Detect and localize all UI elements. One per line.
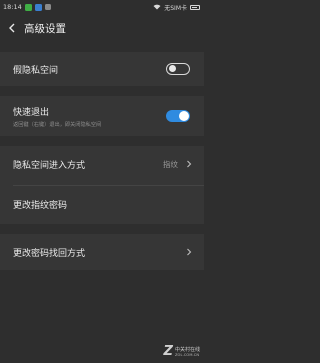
status-bar-right: 无SIM卡 <box>153 3 200 12</box>
status-time: 18:14 <box>3 3 22 11</box>
row-text: 更改指纹密码 <box>13 198 192 211</box>
notification-download-icon <box>44 4 51 10</box>
zol-logo-icon: Z <box>163 344 173 359</box>
page-title: 高级设置 <box>24 22 66 35</box>
entry-method-row[interactable]: 隐私空间进入方式 指纹 <box>0 146 204 182</box>
notification-message-icon <box>34 3 42 11</box>
change-recovery-method-label: 更改密码找回方式 <box>13 248 86 259</box>
row-text: 隐私空间进入方式 <box>13 158 163 171</box>
sim-status: 无SIM卡 <box>164 4 187 12</box>
chevron-right-icon <box>187 160 192 168</box>
header-bar: 高级设置 <box>0 14 204 42</box>
quick-exit-toggle[interactable] <box>166 110 190 122</box>
watermark-name: 中关村在线 <box>174 347 200 353</box>
status-bar: 18:14 无SIM卡 <box>0 0 204 14</box>
change-recovery-method-row[interactable]: 更改密码找回方式 <box>0 234 204 270</box>
chevron-left-icon <box>9 23 15 33</box>
quick-exit-description: 返回键（右键）退出，即关闭隐私空间 <box>13 121 102 128</box>
watermark-url: ZOL.COM.CN <box>174 353 200 357</box>
fake-private-space-toggle[interactable] <box>166 63 190 75</box>
change-fingerprint-password-row[interactable]: 更改指纹密码 <box>0 186 204 222</box>
back-button[interactable] <box>0 14 24 42</box>
entry-method-label: 隐私空间进入方式 <box>13 160 86 171</box>
toggle-knob <box>179 111 189 121</box>
battery-icon <box>190 4 200 10</box>
toggle-knob <box>168 65 176 73</box>
status-bar-left: 18:14 <box>3 3 51 11</box>
chevron-right-icon <box>187 248 192 256</box>
wifi-icon <box>153 4 161 10</box>
watermark-text: 中关村在线 ZOL.COM.CN <box>175 346 200 357</box>
change-fingerprint-password-label: 更改指纹密码 <box>13 200 68 211</box>
watermark: Z 中关村在线 ZOL.COM.CN <box>164 344 200 359</box>
entry-method-value: 指纹 <box>163 159 178 169</box>
row-text: 更改密码找回方式 <box>13 246 186 259</box>
notification-app-icon <box>24 3 32 11</box>
